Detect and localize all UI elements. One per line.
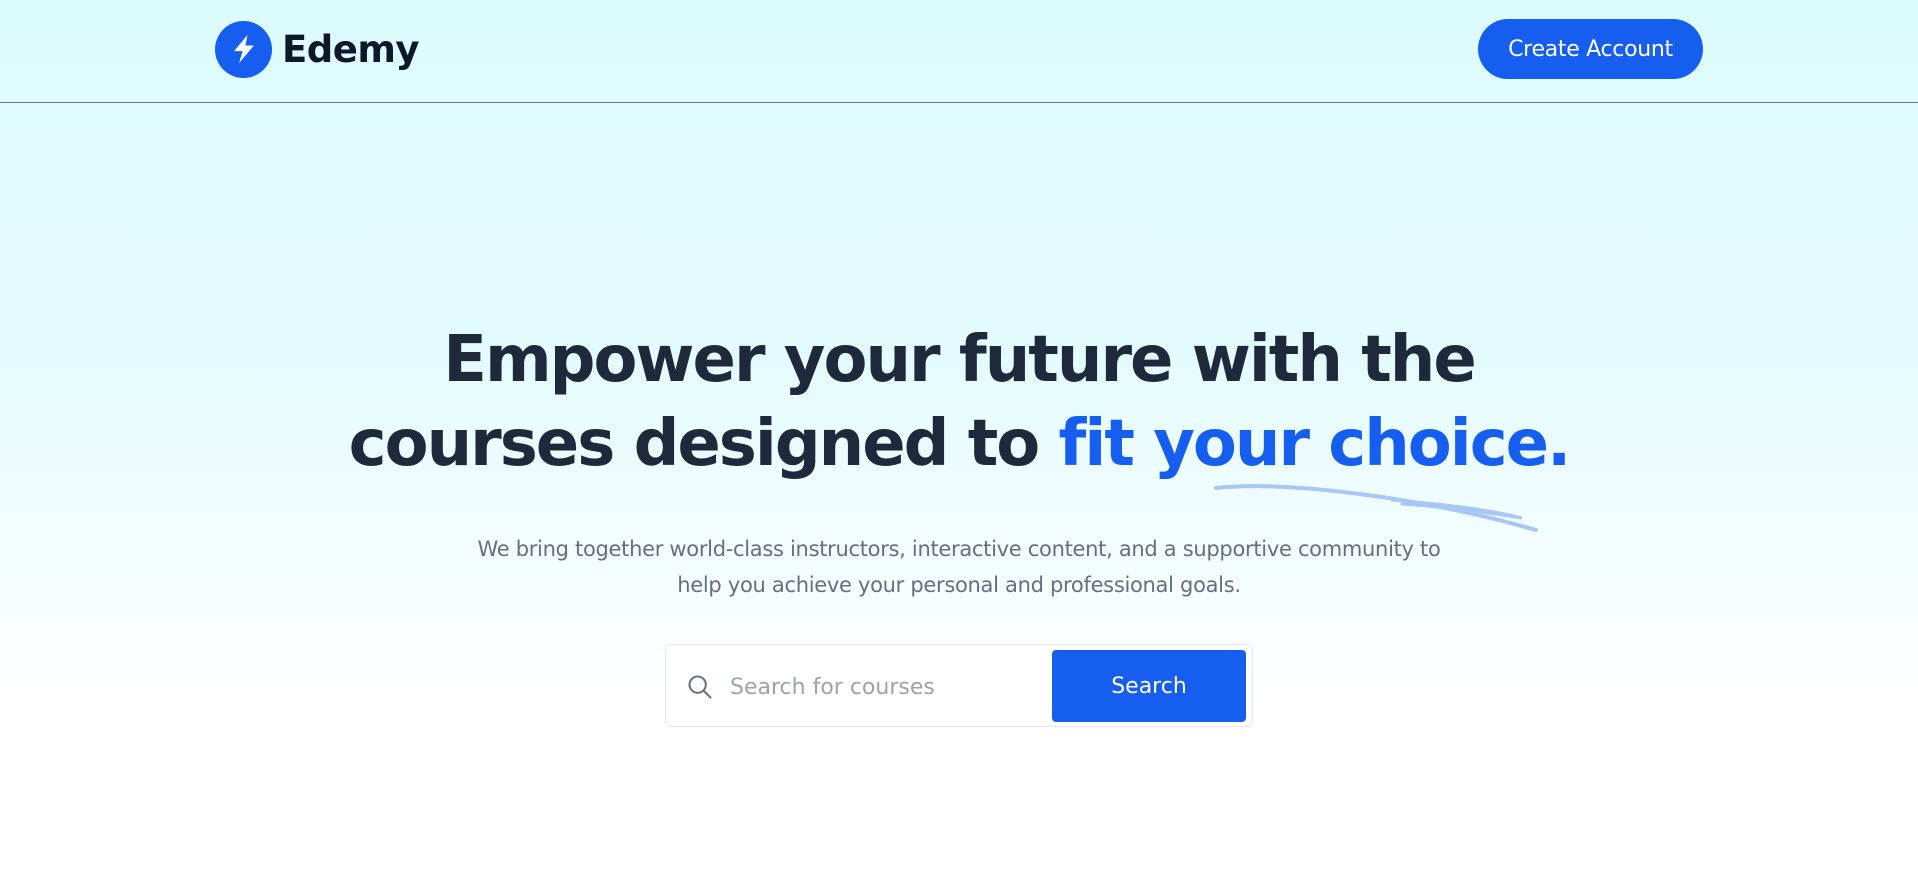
search-icon	[688, 675, 712, 699]
brand[interactable]: Edemy	[215, 20, 420, 78]
brand-name: Edemy	[282, 27, 420, 71]
search-box: Search	[665, 644, 1253, 727]
lightning-bolt-icon	[215, 20, 272, 78]
create-account-button[interactable]: Create Account	[1478, 19, 1703, 79]
hero-subtitle-line1: We bring together world-class instructor…	[477, 537, 1441, 561]
search-button[interactable]: Search	[1052, 650, 1246, 722]
hero-title: Empower your future with the courses des…	[0, 318, 1918, 486]
hero-title-line1: Empower your future with the	[443, 323, 1477, 397]
hero-subtitle-line2: help you achieve your personal and profe…	[677, 573, 1241, 597]
navbar: Edemy Create Account	[0, 0, 1918, 103]
hero-title-accent: fit your choice.	[1058, 407, 1572, 481]
search-input[interactable]	[728, 663, 1032, 711]
hero-subtitle: We bring together world-class instructor…	[0, 531, 1918, 603]
hero-title-line2: courses designed to	[348, 407, 1059, 481]
